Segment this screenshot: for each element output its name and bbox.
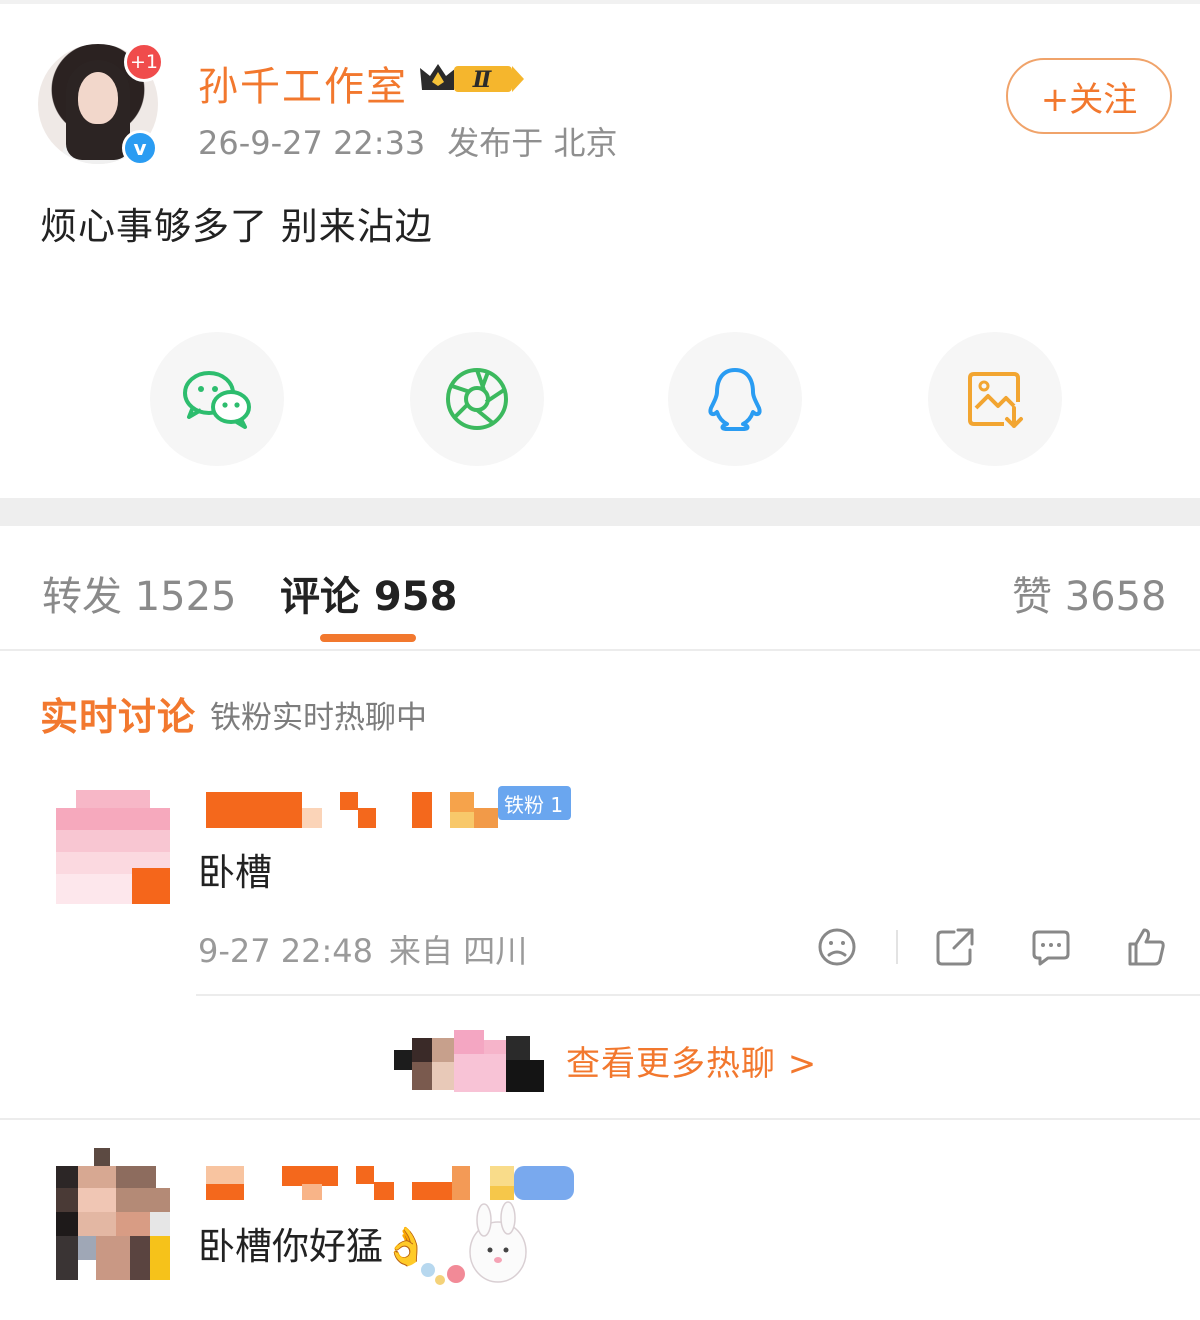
notification-badge: +1 <box>124 42 164 82</box>
comment-meta: 9-27 22:48 来自 四川 <box>198 926 527 972</box>
verified-icon: v <box>122 130 158 166</box>
comment-icon[interactable] <box>1030 926 1072 968</box>
commenter-name-masked-2[interactable] <box>204 1164 604 1204</box>
post-time: 26-9-27 22:33 <box>198 124 426 162</box>
participant-avatars <box>394 1030 544 1092</box>
comment-time: 9-27 22:48 <box>198 932 374 970</box>
moments-icon <box>446 368 508 430</box>
action-separator <box>896 930 898 964</box>
comment-text: 卧槽 <box>198 851 272 894</box>
commenter-avatar[interactable] <box>56 790 170 904</box>
wechat-icon <box>183 371 251 429</box>
active-tab-indicator <box>320 634 416 642</box>
tab-repost[interactable]: 转发 1525 <box>42 564 237 622</box>
live-discussion-subtitle: 铁粉实时热聊中 <box>210 700 427 736</box>
tabs-divider <box>0 649 1200 651</box>
tab-likes[interactable]: 赞 3658 <box>1012 564 1167 622</box>
section-separator <box>0 498 1200 526</box>
save-image-button[interactable] <box>928 332 1062 466</box>
follow-button[interactable]: +关注 <box>1006 58 1172 134</box>
fan-level-badge: 铁粉 1 <box>498 786 572 820</box>
crown-level-badge: Ⅱ <box>420 64 524 93</box>
post-location: 发布于 北京 <box>447 124 618 162</box>
share-moments-button[interactable] <box>410 332 544 466</box>
thumbs-up-icon[interactable] <box>1126 926 1168 968</box>
save-image-icon <box>968 372 1023 428</box>
comment-source: 来自 四川 <box>389 932 528 970</box>
section-divider <box>0 1118 1200 1120</box>
bunny-sticker-icon <box>421 1201 527 1285</box>
dislike-face-icon[interactable] <box>816 926 858 968</box>
share-qq-button[interactable] <box>668 332 802 466</box>
qq-icon <box>708 368 762 431</box>
more-discussion-link[interactable]: 查看更多热聊 > <box>566 1036 817 1085</box>
comment-divider <box>196 994 1200 996</box>
post-text: 烦心事够多了 别来沾边 <box>40 205 433 248</box>
post-meta: 26-9-27 22:33 发布于 北京 <box>198 118 617 164</box>
commenter-avatar-2[interactable] <box>56 1148 170 1280</box>
comment-text-2: 卧槽你好猛👌 <box>198 1225 430 1268</box>
live-discussion-title: 实时讨论 <box>40 695 197 739</box>
share-icon[interactable] <box>934 926 976 968</box>
share-wechat-button[interactable] <box>150 332 284 466</box>
top-divider <box>0 0 1200 4</box>
author-name[interactable]: 孙千工作室 <box>198 54 408 112</box>
level-badge-text: Ⅱ <box>472 67 493 93</box>
tab-comments[interactable]: 评论 958 <box>280 564 457 622</box>
